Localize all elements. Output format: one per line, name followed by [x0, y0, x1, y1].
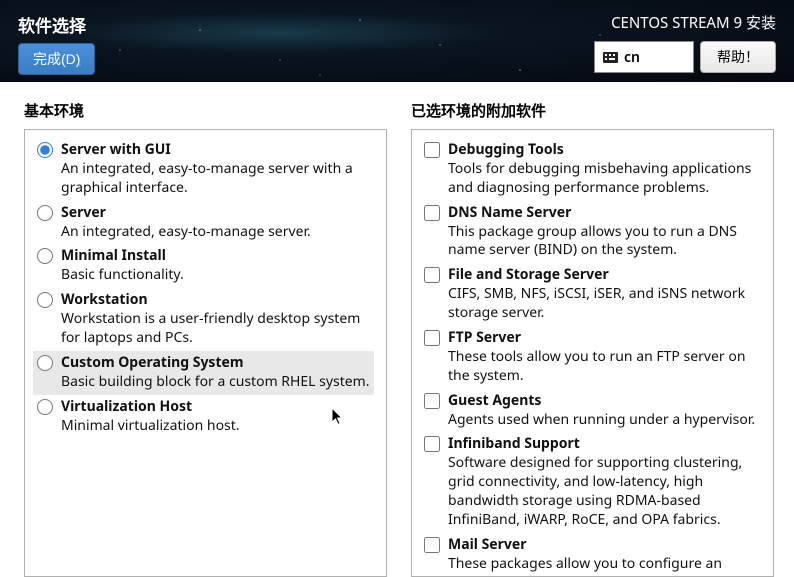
option-desc: Basic functionality.	[61, 266, 184, 285]
environment-option[interactable]: Virtualization HostMinimal virtualizatio…	[33, 395, 374, 439]
addon-checkbox[interactable]	[424, 436, 440, 452]
keyboard-layout-label: cn	[624, 48, 640, 67]
addon-option[interactable]: File and Storage ServerCIFS, SMB, NFS, i…	[420, 263, 761, 326]
environment-radio[interactable]	[37, 399, 53, 415]
environment-option[interactable]: WorkstationWorkstation is a user-friendl…	[33, 288, 374, 351]
option-desc: An integrated, easy-to-manage server wit…	[61, 160, 370, 198]
addon-checkbox[interactable]	[424, 267, 440, 283]
install-label: CENTOS STREAM 9 安装	[611, 12, 776, 33]
option-desc: Minimal virtualization host.	[61, 417, 240, 436]
option-name: FTP Server	[448, 329, 757, 348]
option-name: Mail Server	[448, 536, 757, 555]
option-desc: These tools allow you to run an FTP serv…	[448, 348, 757, 386]
option-name: File and Storage Server	[448, 266, 757, 285]
addon-checkbox[interactable]	[424, 393, 440, 409]
option-desc: Basic building block for a custom RHEL s…	[61, 373, 370, 392]
content-area: 基本环境 Server with GUIAn integrated, easy-…	[0, 82, 794, 577]
addons-column: 已选环境的附加软件 Debugging ToolsTools for debug…	[411, 100, 774, 577]
base-environment-heading: 基本环境	[24, 100, 387, 121]
addons-list[interactable]: Debugging ToolsTools for debugging misbe…	[411, 129, 774, 577]
option-text: FTP ServerThese tools allow you to run a…	[448, 329, 757, 386]
addon-option[interactable]: Guest AgentsAgents used when running und…	[420, 389, 761, 433]
keyboard-icon	[603, 52, 618, 63]
option-name: DNS Name Server	[448, 204, 757, 223]
option-desc: Tools for debugging misbehaving applicat…	[448, 160, 757, 198]
addon-option[interactable]: DNS Name ServerThis package group allows…	[420, 201, 761, 264]
option-text: Debugging ToolsTools for debugging misbe…	[448, 141, 757, 198]
option-text: Virtualization HostMinimal virtualizatio…	[61, 398, 240, 436]
option-name: Infiniband Support	[448, 435, 757, 454]
environment-option[interactable]: Custom Operating SystemBasic building bl…	[33, 351, 374, 395]
addons-heading: 已选环境的附加软件	[411, 100, 774, 121]
addon-option[interactable]: FTP ServerThese tools allow you to run a…	[420, 326, 761, 389]
addon-option[interactable]: Infiniband SupportSoftware designed for …	[420, 432, 761, 532]
addon-checkbox[interactable]	[424, 537, 440, 553]
option-text: DNS Name ServerThis package group allows…	[448, 204, 757, 261]
option-desc: An integrated, easy-to-manage server.	[61, 223, 311, 242]
option-text: Custom Operating SystemBasic building bl…	[61, 354, 370, 392]
header-right: CENTOS STREAM 9 安装 cn 帮助！	[594, 12, 776, 70]
addon-checkbox[interactable]	[424, 205, 440, 221]
option-text: WorkstationWorkstation is a user-friendl…	[61, 291, 370, 348]
option-text: File and Storage ServerCIFS, SMB, NFS, i…	[448, 266, 757, 323]
environment-option[interactable]: Server with GUIAn integrated, easy-to-ma…	[33, 138, 374, 201]
option-desc: Software designed for supporting cluster…	[448, 454, 757, 530]
option-name: Debugging Tools	[448, 141, 757, 160]
option-desc: This package group allows you to run a D…	[448, 223, 757, 261]
addon-option[interactable]: Debugging ToolsTools for debugging misbe…	[420, 138, 761, 201]
addon-checkbox[interactable]	[424, 142, 440, 158]
environment-radio[interactable]	[37, 205, 53, 221]
option-text: Mail ServerThese packages allow you to c…	[448, 536, 757, 577]
option-name: Server	[61, 204, 311, 223]
base-environment-list[interactable]: Server with GUIAn integrated, easy-to-ma…	[24, 129, 387, 577]
option-name: Custom Operating System	[61, 354, 370, 373]
option-desc: These packages allow you to configure an…	[448, 555, 757, 577]
environment-radio[interactable]	[37, 142, 53, 158]
environment-radio[interactable]	[37, 292, 53, 308]
option-name: Virtualization Host	[61, 398, 240, 417]
header-left: 软件选择 完成(D)	[18, 12, 95, 70]
page-title: 软件选择	[18, 12, 95, 37]
option-name: Guest Agents	[448, 392, 755, 411]
option-text: ServerAn integrated, easy-to-manage serv…	[61, 204, 311, 242]
done-button[interactable]: 完成(D)	[18, 43, 95, 75]
environment-radio[interactable]	[37, 248, 53, 264]
header-controls: cn 帮助！	[594, 41, 776, 73]
option-text: Server with GUIAn integrated, easy-to-ma…	[61, 141, 370, 198]
option-name: Server with GUI	[61, 141, 370, 160]
header-bar: 软件选择 完成(D) CENTOS STREAM 9 安装 cn 帮助！	[0, 0, 794, 82]
option-name: Minimal Install	[61, 247, 184, 266]
addon-checkbox[interactable]	[424, 330, 440, 346]
environment-option[interactable]: ServerAn integrated, easy-to-manage serv…	[33, 201, 374, 245]
option-desc: Agents used when running under a hypervi…	[448, 411, 755, 430]
base-environment-column: 基本环境 Server with GUIAn integrated, easy-…	[24, 100, 387, 577]
environment-radio[interactable]	[37, 355, 53, 371]
keyboard-layout-selector[interactable]: cn	[594, 41, 694, 73]
option-text: Minimal InstallBasic functionality.	[61, 247, 184, 285]
addon-option[interactable]: Mail ServerThese packages allow you to c…	[420, 533, 761, 577]
option-text: Guest AgentsAgents used when running und…	[448, 392, 755, 430]
option-desc: Workstation is a user-friendly desktop s…	[61, 310, 370, 348]
option-text: Infiniband SupportSoftware designed for …	[448, 435, 757, 529]
option-name: Workstation	[61, 291, 370, 310]
help-button[interactable]: 帮助！	[700, 41, 776, 73]
option-desc: CIFS, SMB, NFS, iSCSI, iSER, and iSNS ne…	[448, 285, 757, 323]
environment-option[interactable]: Minimal InstallBasic functionality.	[33, 244, 374, 288]
